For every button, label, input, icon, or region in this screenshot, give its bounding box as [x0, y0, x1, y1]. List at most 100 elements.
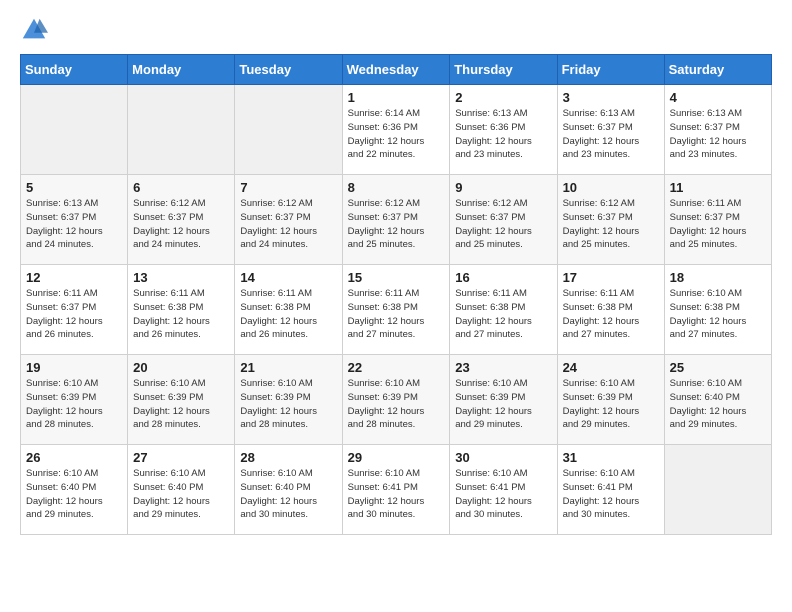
day-number: 6 [133, 180, 229, 195]
header [20, 16, 772, 44]
day-number: 29 [348, 450, 445, 465]
logo [20, 16, 50, 44]
day-info: Sunrise: 6:12 AM Sunset: 6:37 PM Dayligh… [348, 197, 445, 252]
day-info: Sunrise: 6:11 AM Sunset: 6:37 PM Dayligh… [26, 287, 122, 342]
day-cell: 3Sunrise: 6:13 AM Sunset: 6:37 PM Daylig… [557, 85, 664, 175]
day-number: 31 [563, 450, 659, 465]
day-number: 1 [348, 90, 445, 105]
day-number: 15 [348, 270, 445, 285]
weekday-header-monday: Monday [128, 55, 235, 85]
day-cell: 25 Sunrise: 6:10 AM Sunset: 6:40 PM Dayli… [664, 355, 771, 445]
day-info: Sunrise: 6:10 AM Sunset: 6:39 PM Dayligh… [563, 377, 659, 432]
day-number: 13 [133, 270, 229, 285]
logo-icon [20, 16, 48, 44]
day-info: Sunrise: 6:10 AM Sunset: 6:40 PM Dayligh… [26, 467, 122, 522]
day-cell: 10 Sunrise: 6:12 AM Sunset: 6:37 PM Dayli… [557, 175, 664, 265]
day-cell: 1 Sunrise: 6:14 AM Sunset: 6:36 PM Daylig… [342, 85, 450, 175]
day-number: 22 [348, 360, 445, 375]
day-cell: 9 Sunrise: 6:12 AM Sunset: 6:37 PM Daylig… [450, 175, 557, 265]
day-number: 2 [455, 90, 551, 105]
day-cell: 28 Sunrise: 6:10 AM Sunset: 6:40 PM Dayli… [235, 445, 342, 535]
week-row-1: 1 Sunrise: 6:14 AM Sunset: 6:36 PM Daylig… [21, 85, 772, 175]
day-number: 18 [670, 270, 766, 285]
day-cell: 29Sunrise: 6:10 AM Sunset: 6:41 PM Dayli… [342, 445, 450, 535]
day-cell: 22 Sunrise: 6:10 AM Sunset: 6:39 PM Dayli… [342, 355, 450, 445]
day-info: Sunrise: 6:10 AM Sunset: 6:39 PM Dayligh… [348, 377, 445, 432]
weekday-header-tuesday: Tuesday [235, 55, 342, 85]
day-number: 14 [240, 270, 336, 285]
day-number: 17 [563, 270, 659, 285]
day-cell: 18 Sunrise: 6:10 AM Sunset: 6:38 PM Dayli… [664, 265, 771, 355]
weekday-header-row: SundayMondayTuesdayWednesdayThursdayFrid… [21, 55, 772, 85]
day-cell: 21 Sunrise: 6:10 AM Sunset: 6:39 PM Dayli… [235, 355, 342, 445]
day-cell: 23Sunrise: 6:10 AM Sunset: 6:39 PM Dayli… [450, 355, 557, 445]
day-info: Sunrise: 6:12 AM Sunset: 6:37 PM Dayligh… [240, 197, 336, 252]
week-row-4: 19 Sunrise: 6:10 AM Sunset: 6:39 PM Dayli… [21, 355, 772, 445]
day-cell: 14 Sunrise: 6:11 AM Sunset: 6:38 PM Dayli… [235, 265, 342, 355]
day-cell: 15 Sunrise: 6:11 AM Sunset: 6:38 PM Dayli… [342, 265, 450, 355]
week-row-5: 26 Sunrise: 6:10 AM Sunset: 6:40 PM Dayli… [21, 445, 772, 535]
day-cell: 13 Sunrise: 6:11 AM Sunset: 6:38 PM Dayli… [128, 265, 235, 355]
day-info: Sunrise: 6:10 AM Sunset: 6:40 PM Dayligh… [133, 467, 229, 522]
day-number: 5 [26, 180, 122, 195]
day-number: 16 [455, 270, 551, 285]
day-info: Sunrise: 6:11 AM Sunset: 6:38 PM Dayligh… [455, 287, 551, 342]
day-cell: 4 Sunrise: 6:13 AM Sunset: 6:37 PM Daylig… [664, 85, 771, 175]
day-info: Sunrise: 6:13 AM Sunset: 6:37 PM Dayligh… [26, 197, 122, 252]
day-cell: 31 Sunrise: 6:10 AM Sunset: 6:41 PM Dayli… [557, 445, 664, 535]
day-info: Sunrise: 6:12 AM Sunset: 6:37 PM Dayligh… [133, 197, 229, 252]
day-number: 9 [455, 180, 551, 195]
day-cell [664, 445, 771, 535]
day-info: Sunrise: 6:10 AM Sunset: 6:40 PM Dayligh… [670, 377, 766, 432]
day-info: Sunrise: 6:10 AM Sunset: 6:40 PM Dayligh… [240, 467, 336, 522]
day-cell: 27 Sunrise: 6:10 AM Sunset: 6:40 PM Dayli… [128, 445, 235, 535]
day-cell [21, 85, 128, 175]
day-cell: 11Sunrise: 6:11 AM Sunset: 6:37 PM Dayli… [664, 175, 771, 265]
weekday-header-wednesday: Wednesday [342, 55, 450, 85]
day-cell: 5 Sunrise: 6:13 AM Sunset: 6:37 PM Daylig… [21, 175, 128, 265]
day-number: 24 [563, 360, 659, 375]
day-info: Sunrise: 6:10 AM Sunset: 6:38 PM Dayligh… [670, 287, 766, 342]
day-number: 20 [133, 360, 229, 375]
day-info: Sunrise: 6:11 AM Sunset: 6:38 PM Dayligh… [240, 287, 336, 342]
day-number: 28 [240, 450, 336, 465]
day-cell: 26 Sunrise: 6:10 AM Sunset: 6:40 PM Dayli… [21, 445, 128, 535]
day-cell: 17 Sunrise: 6:11 AM Sunset: 6:38 PM Dayli… [557, 265, 664, 355]
day-number: 11 [670, 180, 766, 195]
weekday-header-sunday: Sunday [21, 55, 128, 85]
day-number: 7 [240, 180, 336, 195]
day-number: 4 [670, 90, 766, 105]
day-number: 10 [563, 180, 659, 195]
day-number: 12 [26, 270, 122, 285]
day-number: 27 [133, 450, 229, 465]
day-info: Sunrise: 6:11 AM Sunset: 6:38 PM Dayligh… [563, 287, 659, 342]
day-number: 19 [26, 360, 122, 375]
weekday-header-saturday: Saturday [664, 55, 771, 85]
day-cell: 2Sunrise: 6:13 AM Sunset: 6:36 PM Daylig… [450, 85, 557, 175]
day-number: 26 [26, 450, 122, 465]
day-info: Sunrise: 6:12 AM Sunset: 6:37 PM Dayligh… [455, 197, 551, 252]
day-number: 3 [563, 90, 659, 105]
day-info: Sunrise: 6:10 AM Sunset: 6:39 PM Dayligh… [26, 377, 122, 432]
calendar-table: SundayMondayTuesdayWednesdayThursdayFrid… [20, 54, 772, 535]
day-info: Sunrise: 6:10 AM Sunset: 6:41 PM Dayligh… [563, 467, 659, 522]
day-cell: 6 Sunrise: 6:12 AM Sunset: 6:37 PM Daylig… [128, 175, 235, 265]
day-cell: 19 Sunrise: 6:10 AM Sunset: 6:39 PM Dayli… [21, 355, 128, 445]
day-cell [128, 85, 235, 175]
day-info: Sunrise: 6:12 AM Sunset: 6:37 PM Dayligh… [563, 197, 659, 252]
day-info: Sunrise: 6:11 AM Sunset: 6:38 PM Dayligh… [348, 287, 445, 342]
day-number: 25 [670, 360, 766, 375]
day-info: Sunrise: 6:10 AM Sunset: 6:41 PM Dayligh… [455, 467, 551, 522]
week-row-3: 12 Sunrise: 6:11 AM Sunset: 6:37 PM Dayli… [21, 265, 772, 355]
day-number: 23 [455, 360, 551, 375]
day-info: Sunrise: 6:14 AM Sunset: 6:36 PM Dayligh… [348, 107, 445, 162]
day-info: Sunrise: 6:11 AM Sunset: 6:38 PM Dayligh… [133, 287, 229, 342]
day-number: 21 [240, 360, 336, 375]
week-row-2: 5 Sunrise: 6:13 AM Sunset: 6:37 PM Daylig… [21, 175, 772, 265]
weekday-header-thursday: Thursday [450, 55, 557, 85]
day-number: 30 [455, 450, 551, 465]
day-info: Sunrise: 6:13 AM Sunset: 6:37 PM Dayligh… [670, 107, 766, 162]
day-cell: 30 Sunrise: 6:10 AM Sunset: 6:41 PM Dayli… [450, 445, 557, 535]
day-number: 8 [348, 180, 445, 195]
day-info: Sunrise: 6:10 AM Sunset: 6:39 PM Dayligh… [240, 377, 336, 432]
